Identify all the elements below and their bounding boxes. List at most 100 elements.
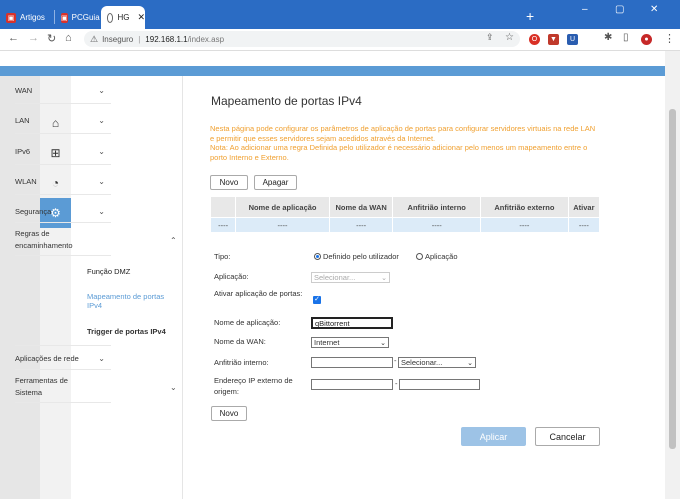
url-host: 192.168.1.1 [145,34,188,44]
sidebar-item-wan[interactable]: WAN ⌄ [15,86,111,95]
external-ip-start-input[interactable] [311,379,393,390]
menu-divider [15,222,111,223]
external-ip-end-input[interactable] [399,379,480,390]
table-header: Anfitrião externo [480,196,569,218]
pcguia-favicon-icon: ▣ [6,12,16,23]
app-name-input[interactable] [311,317,393,329]
sidebar-item-system-tools[interactable]: Ferramentas de Sistema [15,375,85,399]
table-header: Nome de aplicação [235,196,330,218]
puzzle-extensions-icon[interactable]: ✱ [604,32,612,43]
cancel-button[interactable]: Cancelar [535,427,600,446]
enable-port-app-checkbox[interactable]: ✓ [313,296,321,304]
close-window-button[interactable]: ✕ [650,4,658,15]
tab-label: PCGuia [71,13,100,22]
menu-divider [15,103,111,104]
forward-arrow-icon[interactable]: → [28,32,39,44]
browser-tab-artigos[interactable]: ▣ Artigos [0,6,52,29]
scrollbar-thumb[interactable] [669,109,676,449]
shield-extension-icon[interactable]: ▼ [548,34,559,45]
apply-button[interactable]: Aplicar [461,427,526,446]
chevron-down-icon: ⌄ [380,339,386,347]
browser-tab-strip: ▣ Artigos ▣ PCGuia HG ✕ + – ▢ ✕ [0,0,680,29]
close-tab-icon[interactable]: ✕ [137,12,145,23]
page-title: Mapeamento de portas IPv4 [211,94,362,108]
wan-name-select[interactable]: Internet ⌄ [311,337,389,348]
sidebar-item-network-apps[interactable]: Aplicações de rede ⌄ [15,354,111,363]
page-margin [0,76,40,499]
menu-divider [15,133,111,134]
internal-host-input[interactable] [311,357,393,368]
port-mapping-table: Nome de aplicação Nome da WAN Anfitrião … [209,196,601,233]
type-option-user-label[interactable]: Definido pelo utilizador [323,252,399,261]
home-icon[interactable]: ⌂ [65,32,72,44]
table-cell: ---- [480,217,569,233]
type-option-app-label[interactable]: Aplicação [425,252,458,261]
minimize-button[interactable]: – [582,4,588,15]
menu-kebab-icon[interactable]: ⋮ [664,32,675,45]
application-select-value: Selecionar... [314,273,356,282]
bitwarden-extension-icon[interactable]: U [567,34,578,45]
opera-extension-icon[interactable]: O [529,34,540,45]
table-header-row: Nome de aplicação Nome da WAN Anfitrião … [209,196,601,218]
new-rule-button[interactable]: Novo [210,175,248,190]
menu-divider [15,194,111,195]
sidebar-item-label: Regras de encaminhamento [15,229,73,250]
menu-divider [15,345,111,346]
bookmark-star-icon[interactable]: ☆ [505,32,514,43]
sidebar-subitem-dmz[interactable]: Função DMZ [87,267,183,276]
new-tab-button[interactable]: + [526,8,534,24]
table-header: Anfitrião interno [392,196,482,218]
sidebar-subitem-port-mapping[interactable]: Mapeamento de portas IPv4 [87,292,172,310]
menu-divider [15,402,111,403]
note-text: Nota: Ao adicionar uma regra Definida pe… [210,143,588,162]
description-text: Nesta página pode configurar os parâmetr… [210,124,596,143]
sidebar-item-security[interactable]: Segurança ⌄ [15,207,111,216]
sidebar-menu [71,76,183,499]
table-header: Nome da WAN [328,196,394,218]
back-arrow-icon[interactable]: ← [8,32,19,44]
menu-divider [15,369,111,370]
router-header-band [0,66,665,76]
reload-icon[interactable]: ↻ [47,32,56,45]
browser-tab-hg[interactable]: HG ✕ [101,6,145,29]
application-label: Aplicação: [214,272,249,281]
share-icon[interactable]: ⇪ [486,32,494,43]
globe-favicon-icon [107,12,114,23]
sidebar-item-ipv6[interactable]: IPv6 ⌄ [15,147,111,156]
browser-toolbar: ← → ↻ ⌂ ⚠ Inseguro | 192.168.1.1 /index.… [0,29,680,51]
table-row[interactable]: ---- ---- ---- ---- ---- ---- [209,217,601,233]
chevron-down-icon: ⌄ [170,383,177,392]
chevron-up-icon: ⌃ [170,236,177,245]
side-panel-icon[interactable]: ▯ [623,32,629,43]
chevron-down-icon: ⌄ [98,86,105,95]
url-path: /index.asp [187,34,225,44]
sidebar-subitem-port-trigger[interactable]: Trigger de portas IPv4 [87,327,183,336]
internal-host-label: Anfitrião interno: [214,358,269,367]
maximize-button[interactable]: ▢ [615,4,624,15]
new-port-mapping-button[interactable]: Novo [211,406,247,421]
sidebar-item-wlan[interactable]: WLAN ⌄ [15,177,111,186]
type-radio-application[interactable] [416,253,423,260]
sidebar-item-lan[interactable]: LAN ⌄ [15,116,111,125]
type-radio-user-defined[interactable] [314,253,321,260]
app-name-label: Nome de aplicação: [214,318,281,327]
address-divider: | [138,34,141,44]
internal-host-select-value: Selecionar... [401,358,443,367]
table-cell: ---- [209,217,237,233]
sidebar-item-forwarding-rules[interactable]: Regras de encaminhamento [15,228,85,252]
warning-triangle-icon[interactable]: ⚠ [90,34,98,45]
security-label[interactable]: Inseguro [102,35,133,44]
table-cell: ---- [567,217,601,233]
address-bar[interactable]: ⚠ Inseguro | 192.168.1.1 /index.asp [84,31,520,47]
sidebar-item-label: Aplicações de rede [15,354,79,363]
page-scrollbar[interactable] [665,51,680,499]
sidebar-item-label: Trigger de portas IPv4 [87,327,166,336]
application-select[interactable]: Selecionar... ⌄ [311,272,390,283]
delete-rule-button[interactable]: Apagar [254,175,297,190]
profile-avatar-icon[interactable]: ● [641,34,652,45]
sidebar-item-label: Segurança [15,207,52,216]
browser-tab-pcguia[interactable]: ▣ PCGuia [55,6,100,29]
internal-host-dash: - [394,356,397,365]
sidebar-item-label: WAN [15,86,33,95]
internal-host-select[interactable]: Selecionar... ⌄ [398,357,476,368]
